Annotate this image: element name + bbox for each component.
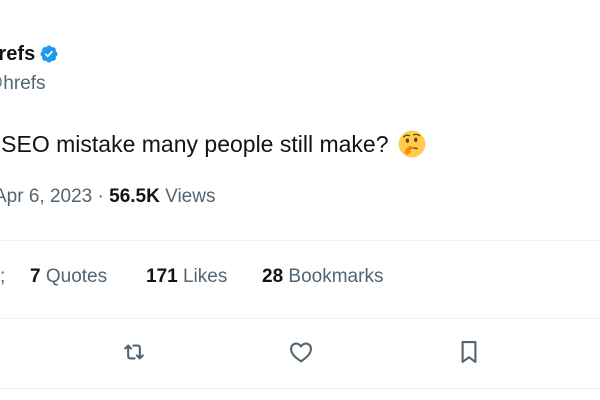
likes-count: 171 <box>146 266 178 287</box>
retweet-button[interactable] <box>118 338 150 370</box>
retweet-icon <box>120 338 148 371</box>
verified-badge-icon <box>39 44 59 64</box>
tweet-detail: hrefs @hrefs e SEO mistake many people s… <box>0 0 600 400</box>
quotes-label: Quotes <box>45 266 108 287</box>
bookmarks-stat[interactable]: 28 Bookmarks <box>262 266 383 288</box>
tweet-meta: Apr 6, 2023 · 56.5K Views <box>0 186 215 208</box>
views-label: Views <box>165 186 216 207</box>
author-handle-text: hrefs <box>3 73 46 94</box>
views-count: 56.5K <box>109 186 160 207</box>
divider-top <box>0 240 600 241</box>
bookmarks-count: 28 <box>262 266 284 287</box>
divider-bottom <box>0 388 600 389</box>
like-button[interactable] <box>285 338 317 370</box>
tweet-date[interactable]: Apr 6, 2023 <box>0 186 92 207</box>
bookmarks-label: Bookmarks <box>288 266 384 287</box>
likes-label: Likes <box>182 266 228 287</box>
quotes-stat[interactable]: 7 Quotes <box>30 266 107 288</box>
tweet-text: e SEO mistake many people still make? <box>0 129 427 159</box>
tweet-text-body: e SEO mistake many people still make? <box>0 130 389 157</box>
author-name-row[interactable]: hrefs <box>0 40 59 68</box>
stats-stub-fragment: ; <box>0 266 6 287</box>
meta-separator: · <box>97 186 104 207</box>
likes-stat[interactable]: 171 Likes <box>146 266 227 288</box>
quotes-count: 7 <box>30 266 41 287</box>
divider-middle <box>0 318 600 319</box>
thinking-face-emoji-icon <box>397 129 427 159</box>
heart-icon <box>287 338 315 371</box>
bookmark-icon <box>455 338 483 371</box>
author-handle[interactable]: @hrefs <box>0 73 46 95</box>
bookmark-button[interactable] <box>453 338 485 370</box>
tweet-actions <box>0 332 600 376</box>
author-display-name[interactable]: hrefs <box>0 43 35 66</box>
engagement-stats: ; 7 Quotes 171 Likes 28 Bookmarks <box>0 262 600 294</box>
